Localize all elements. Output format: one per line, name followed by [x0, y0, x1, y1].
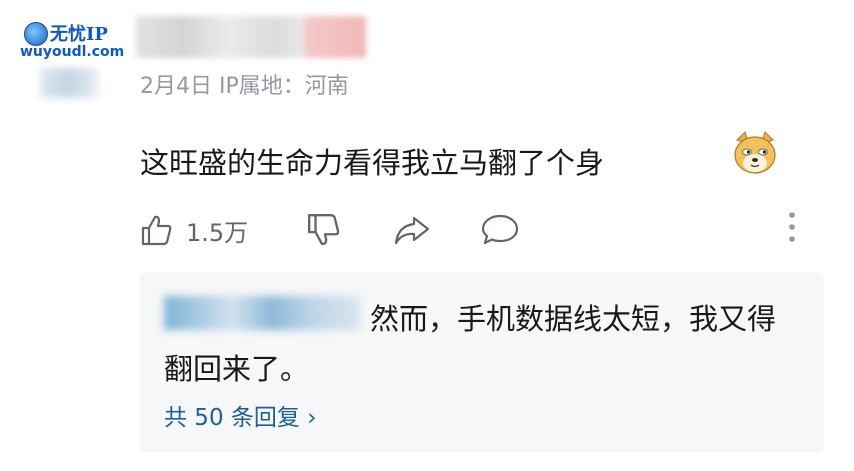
doge-emoji-icon: [734, 131, 776, 174]
reply-text-wrapper: 然而，手机数据线太短，我又得翻回来了。: [164, 294, 804, 394]
share-icon: [394, 216, 430, 245]
reply-preview-box[interactable]: 然而，手机数据线太短，我又得翻回来了。 共 50 条回复 ›: [140, 272, 824, 452]
dislike-button[interactable]: [306, 207, 342, 253]
like-button[interactable]: 1.5万: [140, 207, 248, 253]
watermark-title: 无忧IP: [50, 24, 108, 45]
thumbs-down-icon: [308, 214, 340, 246]
share-button[interactable]: [392, 207, 432, 253]
more-vertical-icon[interactable]: [788, 211, 796, 243]
comment-date-location: 2月4日 IP属地：河南: [140, 74, 349, 99]
globe-icon: [24, 22, 48, 46]
watermark-url: wuyoudl.com: [20, 44, 125, 60]
view-all-replies-link[interactable]: 共 50 条回复 ›: [164, 398, 316, 432]
reply-button[interactable]: [480, 207, 520, 253]
comment-action-bar: 1.5万: [140, 207, 840, 253]
watermark-logo: 无忧IP wuyoudl.com: [18, 18, 128, 66]
thumbs-up-icon: [141, 215, 172, 246]
comment-icon: [481, 214, 519, 245]
like-count: 1.5万: [186, 218, 249, 247]
reply-text: 然而，手机数据线太短，我又得翻回来了。: [164, 302, 777, 386]
avatar-blurred[interactable]: [40, 68, 98, 98]
comment-text: 这旺盛的生命力看得我立马翻了个身: [140, 146, 605, 180]
username-blurred[interactable]: [136, 16, 366, 58]
